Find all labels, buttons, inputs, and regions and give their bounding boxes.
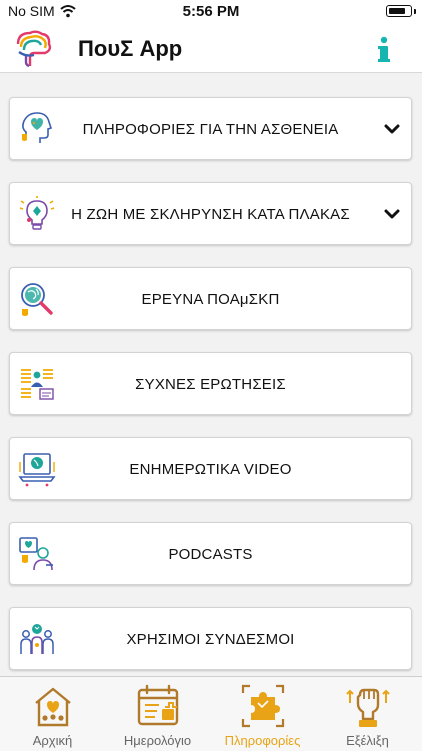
brain-logo-icon (16, 30, 52, 68)
menu-item-research[interactable]: ΕΡΕΥΝΑ ΠΟΑμΣΚΠ (9, 267, 412, 330)
video-laptop-icon (18, 453, 56, 487)
status-bar: No SIM 5:56 PM (0, 0, 422, 24)
puzzle-icon (241, 684, 285, 728)
chevron-down-icon[interactable] (383, 122, 401, 136)
menu-item-videos[interactable]: ΕΝΗΜΕΡΩΤΙΚΑ VIDEO (9, 437, 412, 500)
menu-item-disease-info[interactable]: ΠΛΗΡΟΦΟΡΙΕΣ ΓΙΑ ΤΗΝ ΑΣΘΕΝΕΙΑ (9, 97, 412, 160)
battery-icon (386, 5, 412, 17)
menu-item-label: ΧΡΗΣΙΜΟΙ ΣΥΝΔΕΣΜΟΙ (126, 631, 295, 648)
menu-item-podcasts[interactable]: PODCASTS (9, 522, 412, 585)
menu-item-label: ΕΝΗΜΕΡΩΤΙΚΑ VIDEO (129, 461, 292, 478)
tab-label: Αρχική (32, 733, 73, 748)
menu-item-label: Η ΖΩΗ ΜΕ ΣΚΛΗΡΥΝΣΗ ΚΑΤΑ ΠΛΑΚΑΣ (71, 206, 350, 223)
menu-item-label: ΣΥΧΝΕΣ ΕΡΩΤΗΣΕΙΣ (135, 376, 286, 393)
app-header: ΠουΣ App (0, 24, 422, 73)
chevron-down-icon[interactable] (383, 207, 401, 221)
magnifier-globe-icon (21, 283, 53, 316)
people-links-icon (20, 624, 54, 654)
brain-heart-icon (22, 112, 53, 143)
info-menu: ΠΛΗΡΟΦΟΡΙΕΣ ΓΙΑ ΤΗΝ ΑΣΘΕΝΕΙΑ Η ΖΩΗ ΜΕ ΣΚ… (0, 72, 422, 676)
menu-item-useful-links[interactable]: ΧΡΗΣΙΜΟΙ ΣΥΝΔΕΣΜΟΙ (9, 607, 412, 670)
faq-list-icon (21, 369, 54, 400)
tab-bar: Αρχική Ημερολόγιο Πληροφορίες Εξέλιξη (0, 676, 422, 751)
menu-item-living-with-ms[interactable]: Η ΖΩΗ ΜΕ ΣΚΛΗΡΥΝΣΗ ΚΑΤΑ ΠΛΑΚΑΣ (9, 182, 412, 245)
tab-label: Πληροφορίες (224, 733, 301, 748)
tab-information[interactable]: Πληροφορίες (210, 677, 315, 751)
tab-calendar[interactable]: Ημερολόγιο (105, 677, 210, 751)
lightbulb-icon (19, 196, 55, 230)
tab-label: Ημερολόγιο (123, 733, 192, 748)
fist-progress-icon (346, 688, 390, 727)
menu-item-label: PODCASTS (168, 546, 253, 563)
menu-item-faq[interactable]: ΣΥΧΝΕΣ ΕΡΩΤΗΣΕΙΣ (9, 352, 412, 415)
info-icon[interactable] (376, 34, 392, 66)
tab-label: Εξέλιξη (346, 733, 389, 748)
menu-item-label: ΕΡΕΥΝΑ ΠΟΑμΣΚΠ (141, 291, 280, 308)
calendar-icon (137, 684, 179, 726)
battery-tip (414, 9, 416, 14)
menu-item-label: ΠΛΗΡΟΦΟΡΙΕΣ ΓΙΑ ΤΗΝ ΑΣΘΕΝΕΙΑ (82, 121, 339, 138)
home-icon (35, 687, 71, 727)
clock: 5:56 PM (182, 3, 240, 20)
app-title: ΠουΣ App (78, 36, 183, 61)
podcast-icon (19, 537, 53, 571)
tab-progress[interactable]: Εξέλιξη (315, 677, 420, 751)
tab-home[interactable]: Αρχική (0, 677, 105, 751)
